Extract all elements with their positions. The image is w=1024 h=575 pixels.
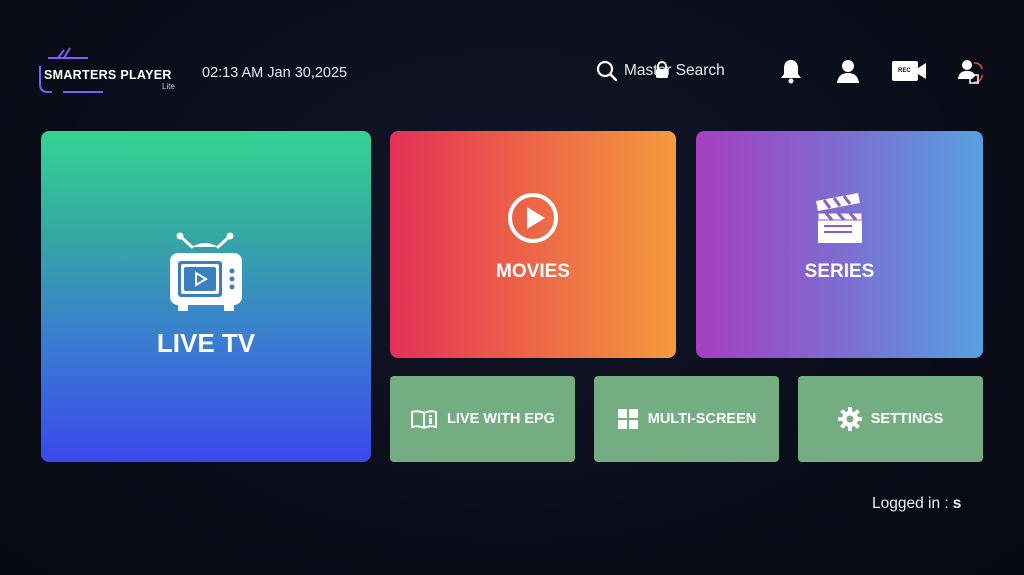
gear-icon (837, 407, 862, 431)
clapperboard-icon (816, 193, 863, 243)
profile-button[interactable] (835, 56, 861, 86)
app-logo: SMARTERS PLAYER Lite (38, 46, 188, 96)
logo-subtitle: Lite (162, 82, 175, 91)
lock-icon (656, 61, 668, 78)
play-circle-icon (508, 193, 558, 243)
logged-in-user: s (952, 495, 962, 512)
tv-icon (170, 232, 242, 311)
search-label: Master Search (624, 62, 725, 79)
logged-in-status: Logged in :s (872, 495, 961, 513)
date-time: 02:13 AM Jan 30,2025 (202, 65, 348, 81)
user-icon (837, 60, 859, 83)
search-icon (596, 60, 618, 82)
movies-tile[interactable]: MOVIES (390, 131, 676, 358)
logo-title: SMARTERS PLAYER (44, 68, 172, 82)
series-tile[interactable]: SERIES (696, 131, 983, 358)
live-tv-label: LIVE TV (156, 328, 256, 358)
switch-user-icon (958, 60, 983, 84)
series-label: SERIES (804, 261, 875, 282)
multi-screen-tile[interactable]: MULTI-SCREEN (594, 376, 779, 462)
switch-user-button[interactable] (956, 56, 984, 86)
master-search-button[interactable]: Master Search (596, 58, 725, 84)
recordings-button[interactable]: REC (890, 56, 928, 86)
book-icon (411, 410, 438, 429)
live-tv-tile[interactable]: LIVE TV (41, 131, 371, 462)
rec-label: REC (898, 68, 911, 74)
movies-label: MOVIES (496, 261, 570, 282)
settings-label: SETTINGS (870, 411, 944, 427)
live-with-epg-tile[interactable]: LIVE WITH EPG (390, 376, 575, 462)
live-with-epg-label: LIVE WITH EPG (447, 411, 555, 427)
notifications-button[interactable] (778, 56, 804, 86)
multi-screen-label: MULTI-SCREEN (647, 411, 757, 427)
bell-icon (781, 60, 801, 84)
settings-tile[interactable]: SETTINGS (798, 376, 983, 462)
grid-icon (617, 409, 638, 429)
logged-in-label: Logged in : (872, 495, 949, 512)
